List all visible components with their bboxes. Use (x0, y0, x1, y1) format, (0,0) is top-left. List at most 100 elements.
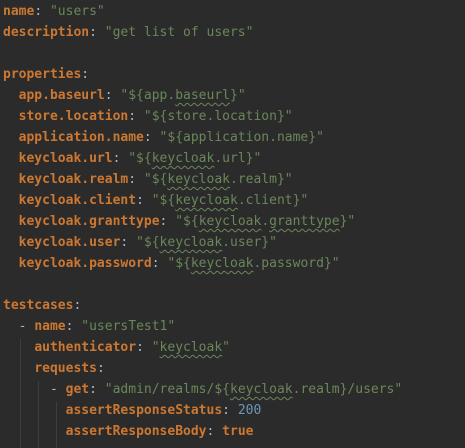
yaml-string: .realm}/users" (292, 382, 403, 397)
yaml-key: requests (34, 361, 97, 376)
code-line[interactable]: - get: "admin/realms/${keycloak.realm}/u… (3, 379, 402, 400)
yaml-string: keycloak (159, 340, 223, 355)
yaml-string: .client}" (237, 193, 309, 208)
code-line[interactable]: requests: (3, 358, 105, 379)
code-line[interactable]: assertResponseBody: true (3, 421, 254, 442)
yaml-key: testcases (3, 298, 74, 313)
yaml-string: . (261, 214, 270, 229)
yaml-key: store.location (18, 109, 129, 124)
plain-token: : (143, 130, 160, 145)
code-line[interactable]: testcases: (3, 295, 81, 316)
yaml-string: keycloak (230, 382, 293, 397)
yaml-string: keycloak (151, 151, 215, 166)
yaml-string: .url}" (214, 151, 262, 166)
plain-token: : (73, 298, 82, 313)
plain-token: : (34, 4, 50, 19)
code-line[interactable]: keycloak.granttype: "${keycloak.granttyp… (3, 211, 356, 232)
plain-token: : (128, 109, 144, 124)
code-line[interactable]: keycloak.realm: "${keycloak.realm}" (3, 169, 293, 190)
yaml-string: " (222, 340, 230, 355)
yaml-boolean: true (222, 424, 254, 439)
yaml-string: granttype (269, 214, 340, 229)
yaml-string: "${application.name}" (159, 130, 324, 145)
plain-token: : (65, 319, 82, 334)
yaml-string: "${ (128, 151, 152, 166)
yaml-key: properties (3, 67, 82, 82)
plain-token: : (120, 235, 137, 250)
yaml-key: assertResponseStatus (65, 403, 223, 418)
plain-token: - (3, 382, 66, 397)
yaml-string: "${ (167, 256, 191, 271)
plain-token: : (89, 25, 105, 40)
plain-token: - (3, 319, 35, 334)
yaml-string: "${ (136, 235, 160, 250)
yaml-string: "${app. (120, 88, 176, 103)
yaml-string: "${ (175, 214, 199, 229)
yaml-key: keycloak.granttype (18, 214, 160, 229)
plain-token: : (206, 424, 223, 439)
code-line[interactable]: store.location: "${store.location}" (3, 106, 293, 127)
yaml-string: "usersTest1" (81, 319, 176, 334)
plain-token: : (89, 382, 105, 397)
yaml-key: app.baseurl (18, 88, 105, 103)
yaml-key: keycloak.url (18, 151, 113, 166)
yaml-string: "${ (143, 172, 168, 187)
yaml-string: }" (230, 88, 246, 103)
yaml-string: baseurl (175, 88, 230, 103)
yaml-string: keycloak (167, 172, 230, 187)
plain-token: : (128, 172, 144, 187)
yaml-string: keycloak (159, 235, 223, 250)
plain-token: : (136, 340, 152, 355)
yaml-string: "admin/realms/${ (104, 382, 230, 397)
yaml-key: application.name (18, 130, 144, 145)
plain-token: : (151, 256, 168, 271)
yaml-key: keycloak.realm (18, 172, 129, 187)
yaml-string: .password}" (253, 256, 340, 271)
yaml-string: .user}" (222, 235, 277, 250)
yaml-key: keycloak.client (18, 193, 137, 208)
yaml-string: }" (339, 214, 356, 229)
code-line[interactable]: description: "get list of users" (3, 22, 253, 43)
code-line[interactable]: assertResponseStatus: 200 (3, 400, 262, 421)
code-line[interactable]: app.baseurl: "${app.baseurl}" (3, 85, 246, 106)
plain-token: : (222, 403, 238, 418)
code-line[interactable]: keycloak.client: "${keycloak.client}" (3, 190, 309, 211)
code-line[interactable]: name: "users" (3, 1, 105, 22)
yaml-string: keycloak (175, 193, 238, 208)
yaml-key: assertResponseBody (65, 424, 207, 439)
code-line[interactable]: keycloak.user: "${keycloak.user}" (3, 232, 277, 253)
yaml-string: " (151, 340, 160, 355)
plain-token: : (81, 67, 90, 82)
yaml-string: "users" (49, 4, 105, 19)
code-line[interactable]: application.name: "${application.name}" (3, 127, 324, 148)
code-line[interactable]: keycloak.password: "${keycloak.password}… (3, 253, 340, 274)
yaml-string: "get list of users" (104, 25, 254, 40)
code-line[interactable]: - name: "usersTest1" (3, 316, 176, 337)
yaml-key: name (34, 319, 66, 334)
yaml-number: 200 (237, 403, 262, 418)
code-line[interactable]: properties: (3, 64, 89, 85)
code-line[interactable]: authenticator: "keycloak" (3, 337, 230, 358)
plain-token: : (136, 193, 152, 208)
yaml-key: keycloak.password (18, 256, 152, 271)
code-editor[interactable]: name: "users" description: "get list of u… (0, 0, 465, 448)
code-line[interactable]: keycloak.url: "${keycloak.url}" (3, 148, 262, 169)
yaml-key: keycloak.user (18, 235, 121, 250)
yaml-string: keycloak (190, 256, 254, 271)
plain-token: : (96, 361, 105, 376)
yaml-key: authenticator (34, 340, 137, 355)
yaml-string: keycloak (198, 214, 262, 229)
